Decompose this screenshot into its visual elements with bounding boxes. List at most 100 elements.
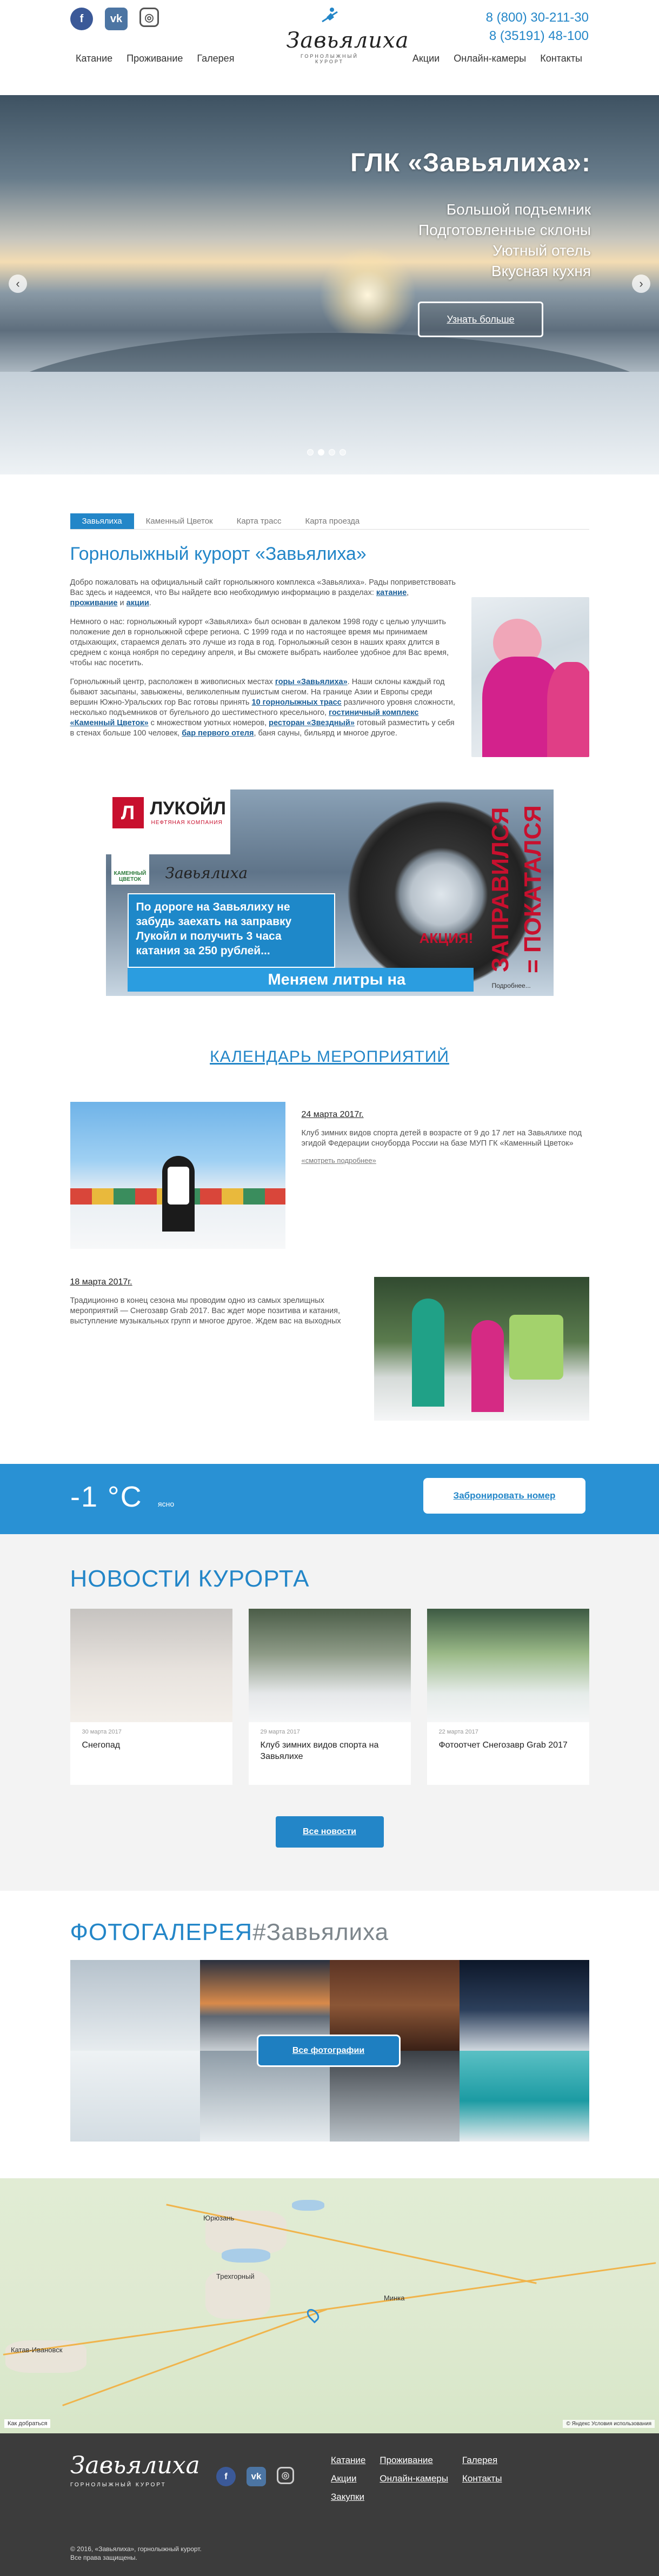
skier-icon: [321, 8, 338, 23]
location-map[interactable]: Юрюзань Трехгорный Катав-Ивановск Минка …: [0, 2178, 659, 2433]
footer-nav-skiing[interactable]: Катание: [331, 2455, 365, 2466]
banner-more-link[interactable]: Подробнее...: [492, 982, 531, 989]
nav-item-webcams[interactable]: Онлайн-камеры: [454, 53, 526, 64]
link-trails[interactable]: 10 горнолыжных трасс: [252, 698, 342, 707]
gallery-photo[interactable]: [459, 2051, 589, 2142]
nav-item-contacts[interactable]: Контакты: [540, 53, 582, 64]
intro-tabs: Завьялиха Каменный Цветок Карта трасс Ка…: [70, 513, 589, 530]
intro-section: Завьялиха Каменный Цветок Карта трасс Ка…: [70, 513, 589, 757]
instagram-icon[interactable]: ◎: [139, 8, 159, 27]
phone-2[interactable]: 8 (35191) 48-100: [486, 27, 589, 45]
phone-1[interactable]: 8 (800) 30-211-30: [486, 9, 589, 27]
events-section: КАЛЕНДАРЬ МЕРОПРИЯТИЙ 24 марта 2017г. Кл…: [70, 1048, 589, 1421]
event-date[interactable]: 24 марта 2017г.: [302, 1109, 589, 1120]
slider-dot[interactable]: [329, 449, 335, 456]
tab-trail-map[interactable]: Карта трасс: [225, 513, 294, 529]
slide-line: Вкусная кухня: [491, 263, 591, 279]
map-directions-button[interactable]: Как добраться: [4, 2419, 51, 2428]
news-card-title[interactable]: Снегопад: [70, 1735, 232, 1755]
gallery-photo[interactable]: [70, 1960, 200, 2051]
slide-title: ГЛК «Завьялиха»:: [350, 149, 591, 177]
nav-right: Акции Онлайн-камеры Контакты: [412, 53, 582, 64]
instagram-icon[interactable]: ◎: [277, 2467, 294, 2484]
news-card-title[interactable]: Фотоотчет Снегозавр Grab 2017: [427, 1735, 589, 1755]
nav-item-accommodation[interactable]: Проживание: [127, 53, 183, 64]
slider-dot[interactable]: [307, 449, 314, 456]
news-card[interactable]: 29 марта 2017 Клуб зимних видов спорта н…: [248, 1609, 411, 1785]
book-room-button[interactable]: Забронировать номер: [423, 1478, 585, 1514]
event-photo[interactable]: [374, 1277, 589, 1421]
lukoil-logo-icon: Л: [112, 797, 144, 828]
nav-item-skiing[interactable]: Катание: [76, 53, 112, 64]
intro-paragraph: Немного о нас: горнолыжный курорт «Завья…: [70, 618, 449, 667]
link-mountain[interactable]: горы «Завьялиха»: [275, 678, 348, 686]
footer-nav-promotions[interactable]: Акции: [331, 2473, 365, 2484]
gallery-photo[interactable]: [70, 2051, 200, 2142]
banner-slogan: Меняем литры на подъемы!: [127, 968, 474, 996]
event-text: Традиционно в конец сезона мы проводим о…: [70, 1296, 341, 1326]
slider-next-icon[interactable]: ›: [632, 275, 650, 293]
event-item: 18 марта 2017г. Традиционно в конец сезо…: [70, 1277, 589, 1421]
facebook-icon[interactable]: f: [70, 8, 93, 30]
news-card-image: [70, 1609, 232, 1722]
news-card-image: [248, 1609, 411, 1722]
news-card[interactable]: 30 марта 2017 Снегопад: [70, 1609, 232, 1785]
events-calendar-link[interactable]: КАЛЕНДАРЬ МЕРОПРИЯТИЙ: [70, 1048, 589, 1066]
vk-icon[interactable]: vk: [247, 2467, 266, 2486]
event-text: Клуб зимних видов спорта детей в возраст…: [301, 1129, 582, 1148]
logo-wordmark: Завьялиха: [286, 28, 409, 53]
intro-paragraph: Горнолыжный центр, расположен в живописн…: [70, 678, 455, 738]
link-skiing[interactable]: катание: [376, 588, 407, 597]
kamenny-tsvetok-logo: КАМЕННЫЙ ЦВЕТОК: [111, 849, 149, 885]
gallery-photo[interactable]: [459, 1960, 589, 2051]
footer-nav-procurement[interactable]: Закупки: [331, 2492, 365, 2503]
map-water: [222, 2249, 270, 2263]
slider-prev-icon[interactable]: ‹: [9, 275, 27, 293]
phone-numbers: 8 (800) 30-211-30 8 (35191) 48-100: [486, 9, 589, 45]
news-card-title[interactable]: Клуб зимних видов спорта на Завьялихе: [249, 1735, 411, 1767]
news-title: НОВОСТИ КУРОРТА: [70, 1565, 310, 1592]
tab-directions-map[interactable]: Карта проезда: [293, 513, 371, 529]
tab-kamenny-tsvetok[interactable]: Каменный Цветок: [134, 513, 225, 529]
gallery-section: ФОТОГАЛЕРЕЯ#Завьялиха Все фотографии: [0, 1891, 659, 2178]
lukoil-promo-banner[interactable]: Л ЛУКОЙЛ НЕФТЯНАЯ КОМПАНИЯ КАМЕННЫЙ ЦВЕТ…: [105, 789, 554, 996]
footer-nav-accommodation[interactable]: Проживание: [380, 2455, 448, 2466]
weather-condition: ясно: [158, 1500, 175, 1508]
learn-more-button[interactable]: Узнать больше: [418, 302, 543, 337]
tab-zavyalikha[interactable]: Завьялиха: [70, 513, 134, 529]
logo-tagline: горнолыжный курорт: [301, 53, 358, 64]
site-header: f vk ◎ Катание Проживание Галерея Завьял…: [0, 0, 659, 95]
map-water: [292, 2200, 324, 2211]
event-date[interactable]: 18 марта 2017г.: [70, 1277, 358, 1287]
banner-akcia: АКЦИЯ!: [419, 930, 474, 946]
slide-snow: [0, 372, 659, 474]
link-promotions[interactable]: акции: [127, 599, 149, 607]
facebook-icon[interactable]: f: [216, 2467, 236, 2486]
nav-item-promotions[interactable]: Акции: [412, 53, 440, 64]
link-accommodation[interactable]: проживание: [70, 599, 118, 607]
link-restaurant[interactable]: ресторан «Звездный»: [269, 719, 355, 727]
weather-bar: -1 °C ясно Забронировать номер: [0, 1464, 659, 1534]
footer-nav-webcams[interactable]: Онлайн-камеры: [380, 2473, 448, 2484]
social-links: f vk ◎: [70, 8, 159, 30]
footer-nav-contacts[interactable]: Контакты: [462, 2473, 502, 2484]
slider-dot[interactable]: [340, 449, 346, 456]
footer-social-links: f vk ◎: [216, 2467, 294, 2486]
vk-icon[interactable]: vk: [105, 8, 128, 30]
all-news-button[interactable]: Все новости: [275, 1816, 384, 1848]
news-card-date: 29 марта 2017: [260, 1729, 300, 1735]
footer-logo-tagline: горнолыжный курорт: [70, 2482, 167, 2488]
news-card[interactable]: 22 марта 2017 Фотоотчет Снегозавр Grab 2…: [427, 1609, 589, 1785]
site-logo[interactable]: Завьялиха горнолыжный курорт: [286, 5, 409, 64]
link-bar[interactable]: бар первого отеля: [182, 729, 254, 738]
intro-photo: [471, 597, 589, 757]
nav-item-gallery[interactable]: Галерея: [197, 53, 234, 64]
slider-dot-active[interactable]: [318, 449, 324, 456]
event-photo[interactable]: [70, 1102, 285, 1249]
event-more-link[interactable]: «смотреть подробнее»: [302, 1155, 589, 1166]
footer-copyright: © 2016, «Завьялиха», горнолыжный курорт.…: [70, 2545, 202, 2561]
news-card-date: 22 марта 2017: [438, 1729, 478, 1735]
all-photos-button[interactable]: Все фотографии: [256, 2035, 401, 2067]
footer-logo[interactable]: Завьялиха горнолыжный курорт: [70, 2454, 200, 2488]
footer-nav-gallery[interactable]: Галерея: [462, 2455, 502, 2466]
